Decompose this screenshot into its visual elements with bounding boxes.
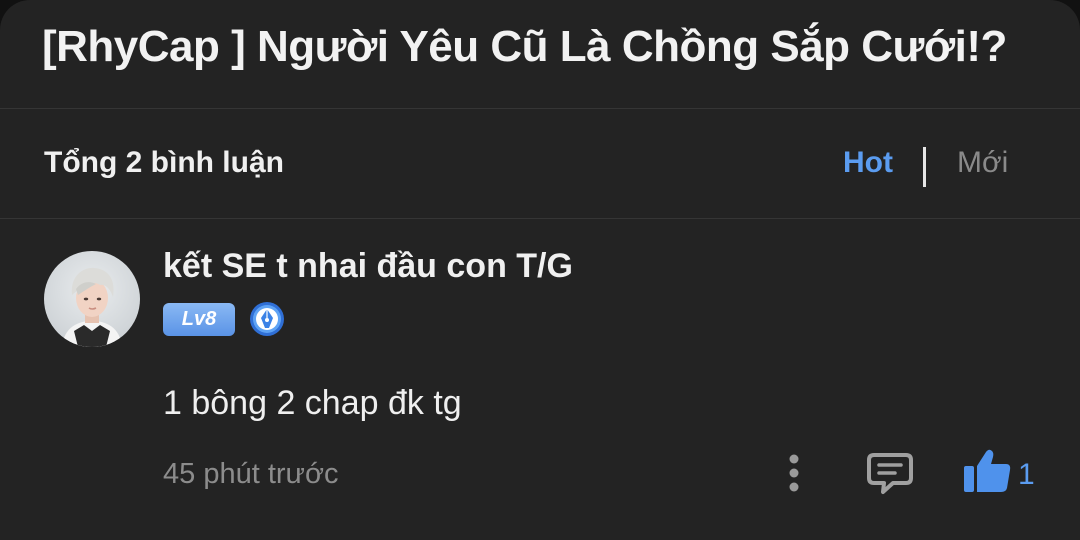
like-count: 1 xyxy=(1018,458,1035,491)
avatar[interactable] xyxy=(44,251,140,347)
level-badge: Lv8 xyxy=(163,303,235,336)
comment-sheet: [RhyCap ] Người Yêu Cũ Là Chồng Sắp Cưới… xyxy=(0,0,1080,540)
comment-count: Tổng 2 bình luận xyxy=(44,146,284,179)
toolbar-divider xyxy=(0,218,1080,219)
comment-text: 1 bông 2 chap đk tg xyxy=(163,384,462,422)
header-divider xyxy=(0,108,1080,109)
comment-timestamp: 45 phút trước xyxy=(163,458,339,490)
more-vertical-icon[interactable] xyxy=(783,452,805,494)
page-title: [RhyCap ] Người Yêu Cũ Là Chồng Sắp Cưới… xyxy=(42,22,1007,71)
sort-new-tab[interactable]: Mới xyxy=(957,146,1008,180)
fountain-pen-badge-icon xyxy=(249,301,285,337)
comment-username[interactable]: kết SE t nhai đầu con T/G xyxy=(163,247,573,286)
sort-separator xyxy=(923,147,926,187)
thumbs-up-icon[interactable] xyxy=(962,448,1012,494)
comment-reply-icon[interactable] xyxy=(866,451,914,495)
sort-hot-tab[interactable]: Hot xyxy=(843,146,893,180)
